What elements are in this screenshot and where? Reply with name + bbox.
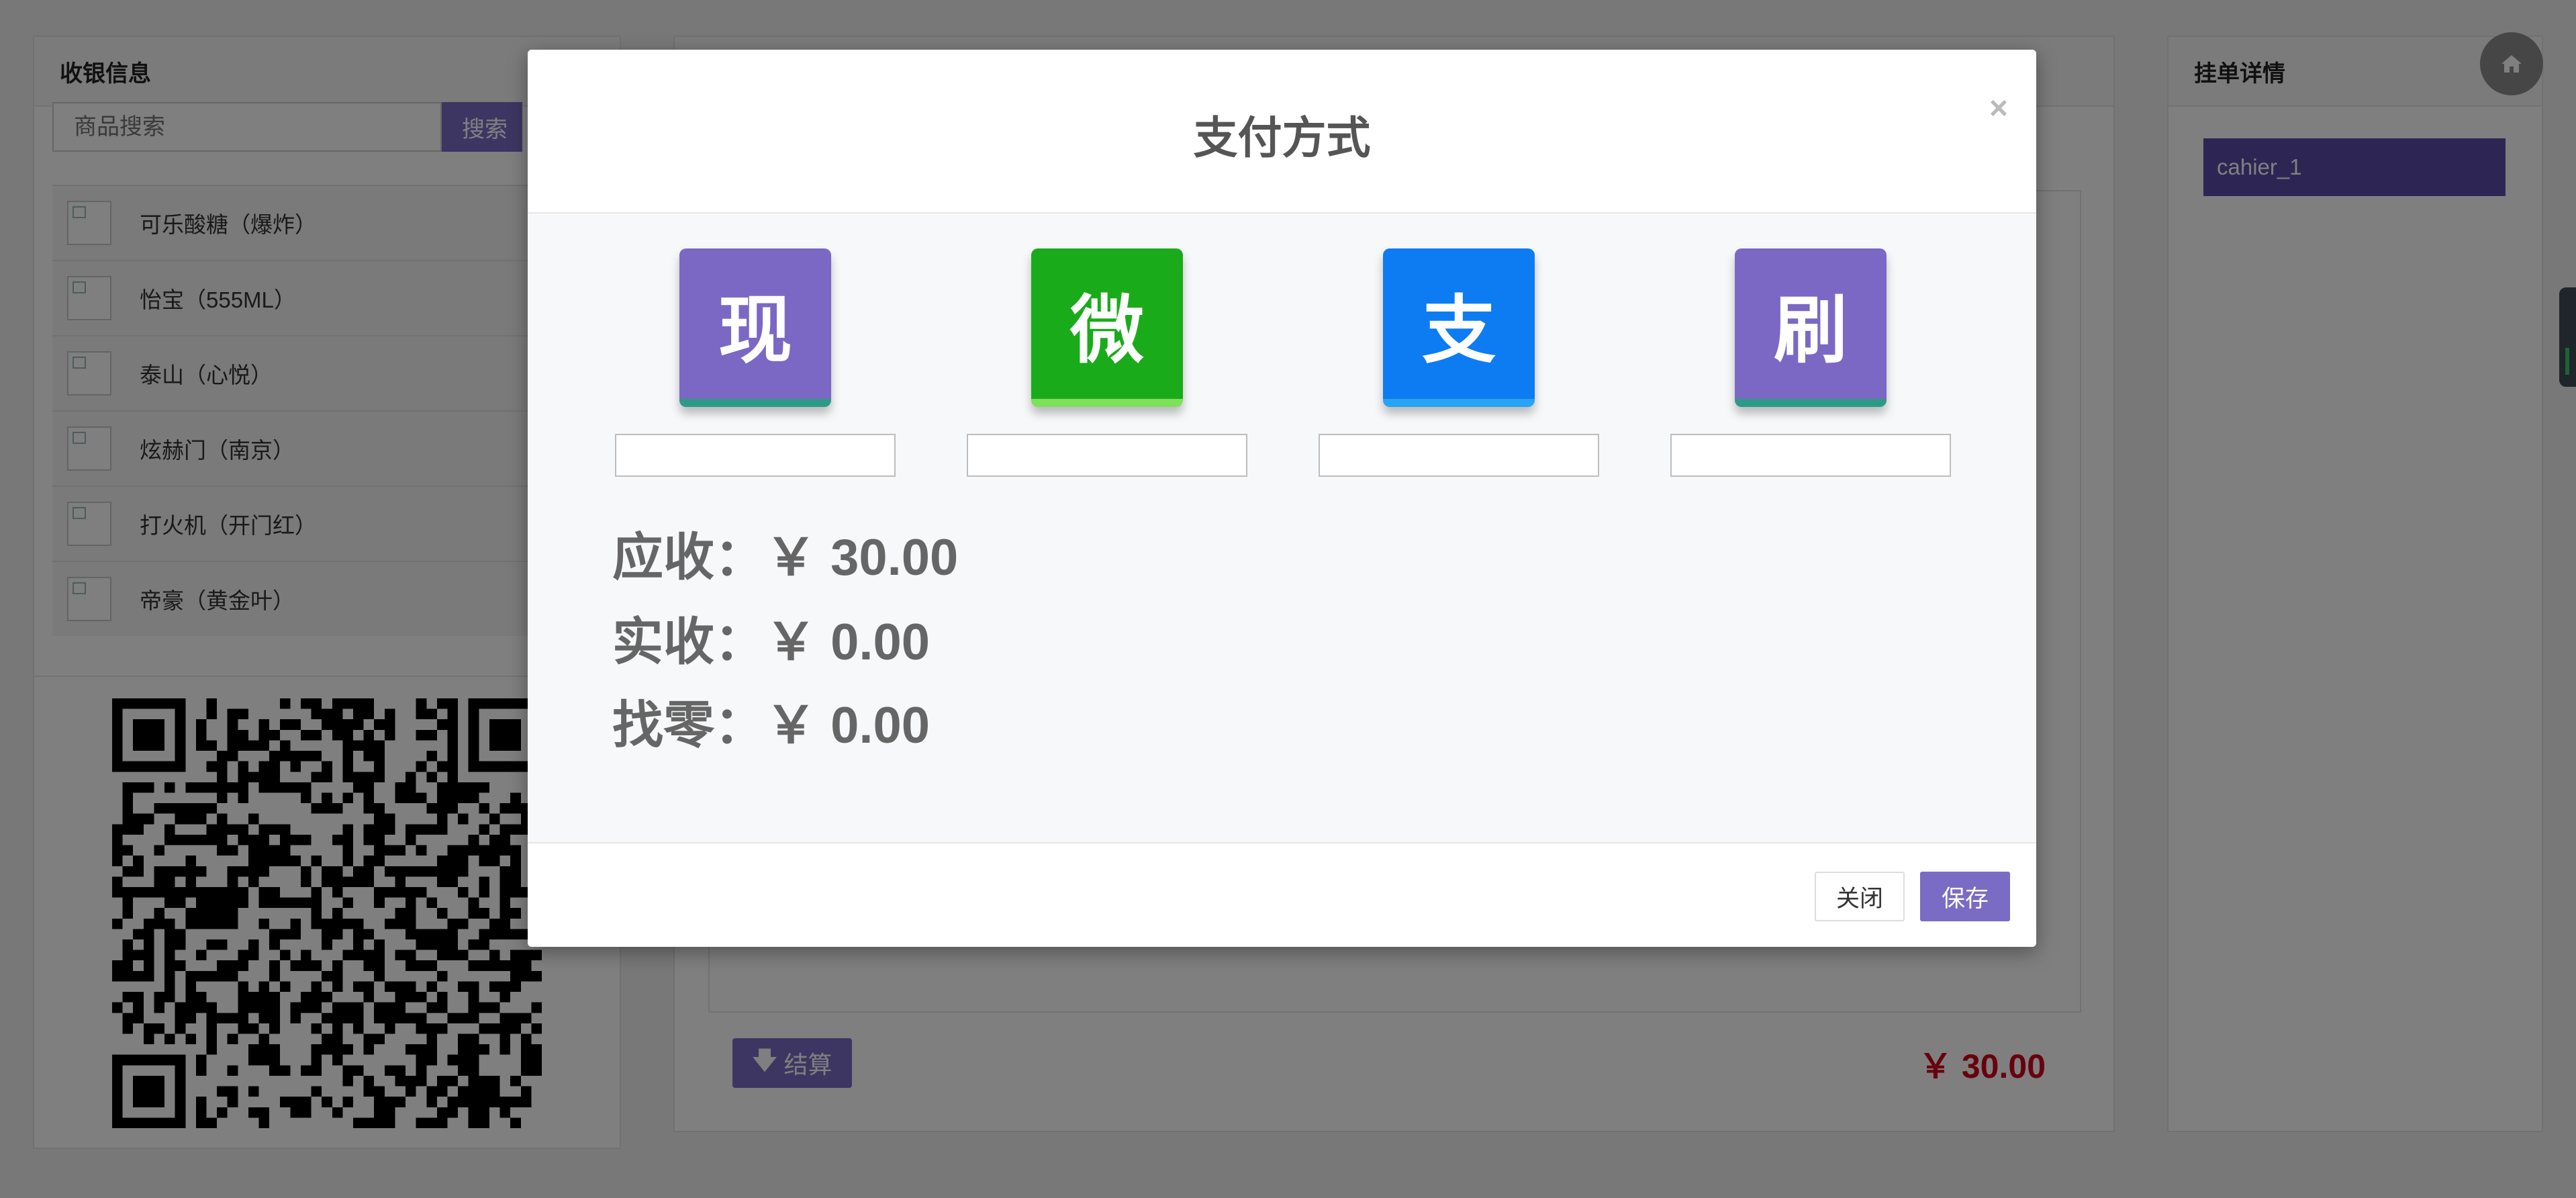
modal-title: 支付方式: [1193, 113, 1371, 163]
alipay-payment-icon[interactable]: 支: [1383, 248, 1535, 407]
card-payment-icon[interactable]: 刷: [1735, 248, 1887, 407]
card-amount-input[interactable]: [1670, 434, 1951, 477]
save-button[interactable]: 保存: [1920, 872, 2010, 921]
amount-receivable: 应收：￥ 30.00: [612, 529, 959, 586]
modal-footer: [528, 842, 2036, 947]
payment-method-alipay: 支: [1319, 248, 1599, 477]
close-button[interactable]: 关闭: [1815, 872, 1905, 921]
close-icon[interactable]: ×: [1989, 90, 2008, 127]
modal-header: 支付方式 ×: [528, 50, 2036, 214]
amount-change: 找零：￥ 0.00: [612, 697, 931, 754]
amount-received: 实收：￥ 0.00: [612, 614, 931, 671]
payment-modal: 支付方式 × 现 微 支 刷 应收：￥ 30.00 实收：￥ 0.00 找零：￥…: [528, 50, 2036, 947]
cash-payment-icon[interactable]: 现: [679, 248, 831, 407]
wechat-amount-input[interactable]: [967, 434, 1247, 477]
payment-method-card: 刷: [1670, 248, 1951, 477]
payment-method-wechat: 微: [967, 248, 1247, 477]
alipay-amount-input[interactable]: [1319, 434, 1599, 477]
wechat-payment-icon[interactable]: 微: [1031, 248, 1183, 407]
payment-method-cash: 现: [615, 248, 896, 477]
cash-amount-input[interactable]: [615, 434, 896, 477]
